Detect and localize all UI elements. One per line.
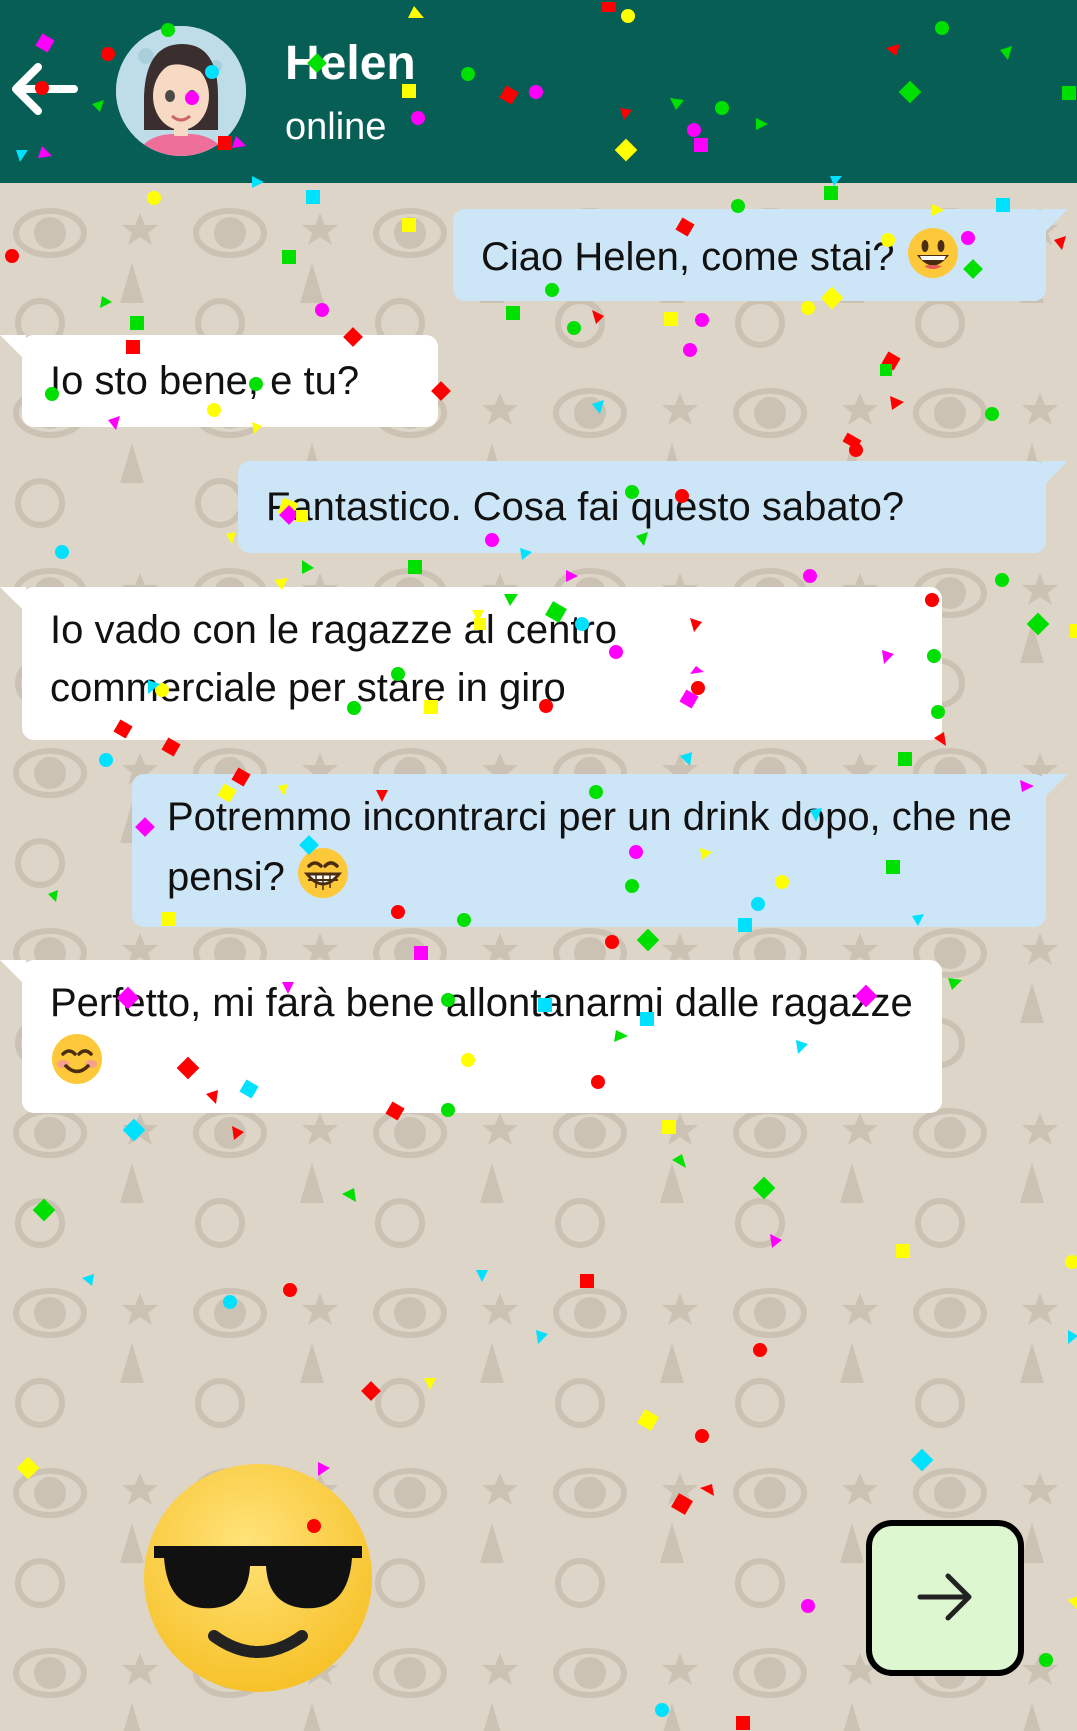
message-text: Potremmo incontrarci per un drink dopo, … <box>167 795 1012 899</box>
beaming-face-icon <box>298 848 348 898</box>
sunglasses-emoji-button[interactable] <box>142 1462 374 1694</box>
avatar-image <box>116 26 246 156</box>
message-text: Perfetto, mi farà bene allontanarmi dall… <box>50 981 913 1025</box>
message-text: Ciao Helen, come stai? <box>481 235 895 279</box>
contact-status: online <box>285 106 387 148</box>
message-outgoing: Potremmo incontrarci per un drink dopo, … <box>132 774 1068 927</box>
message-text: Io sto bene, e tu? <box>50 359 360 403</box>
message-incoming: Io sto bene, e tu? <box>0 335 438 427</box>
sunglasses-emoji-icon <box>144 1464 372 1692</box>
back-button[interactable] <box>8 58 80 120</box>
message-incoming: Perfetto, mi farà bene allontanarmi dall… <box>0 960 942 1113</box>
message-incoming: Io vado con le ragazze al centro commerc… <box>0 587 942 740</box>
contact-name: Helen <box>285 37 416 90</box>
message-text: Io vado con le ragazze al centro commerc… <box>50 608 618 710</box>
message-text: Fantastico. Cosa fai questo sabato? <box>266 485 905 529</box>
next-button[interactable] <box>866 1520 1024 1676</box>
message-outgoing: Fantastico. Cosa fai questo sabato? <box>238 461 1068 553</box>
arrow-right-icon <box>917 1573 972 1621</box>
message-outgoing: Ciao Helen, come stai? <box>453 209 1068 301</box>
grinning-face-icon <box>907 228 958 278</box>
contact-avatar[interactable] <box>116 26 246 156</box>
arrow-left-icon <box>12 63 78 115</box>
smiling-face-icon <box>52 1034 102 1084</box>
chat-header: Helen online <box>0 0 1077 183</box>
